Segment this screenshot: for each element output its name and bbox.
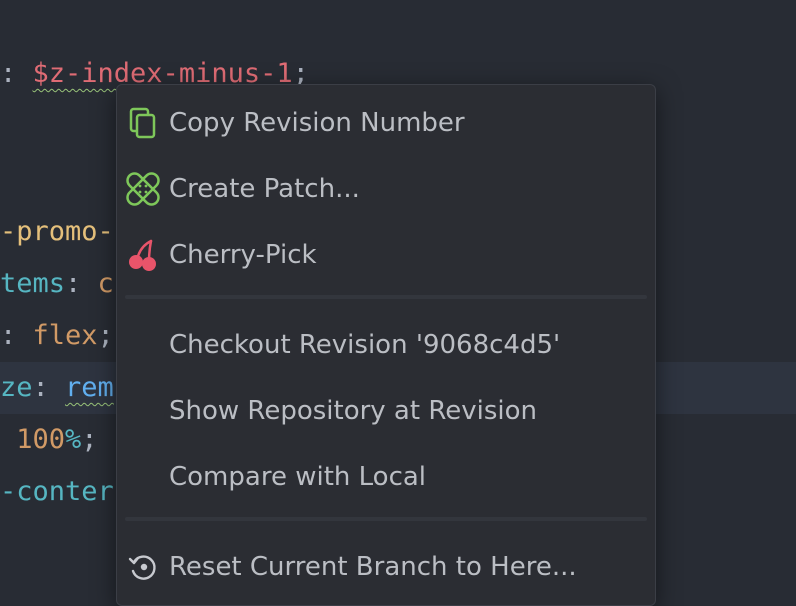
menu-item-label: Copy Revision Number	[169, 108, 465, 138]
menu-separator	[125, 517, 647, 521]
menu-item-reset-branch[interactable]: Reset Current Branch to Here...	[117, 539, 655, 595]
reset-icon	[125, 549, 161, 585]
code-token: c	[97, 268, 114, 299]
patch-icon	[125, 171, 161, 207]
menu-item-cherry-pick[interactable]: Cherry-Pick	[117, 227, 655, 283]
code-token: %	[65, 424, 82, 455]
menu-item-label: Cherry-Pick	[169, 240, 317, 270]
code-token: -promo-	[0, 216, 114, 247]
menu-item-label: Create Patch...	[169, 174, 360, 204]
code-token: tems	[0, 268, 66, 299]
code-line: -promo-	[0, 206, 114, 258]
code-token: ;	[81, 424, 98, 455]
code-token: -conter	[0, 476, 114, 507]
menu-item-copy-revision-number[interactable]: Copy Revision Number	[117, 95, 655, 151]
context-menu: Copy Revision Number Create Patch... Che…	[116, 84, 656, 606]
menu-item-create-patch[interactable]: Create Patch...	[117, 161, 655, 217]
code-token: :	[65, 268, 98, 299]
menu-item-label: Reset Current Branch to Here...	[169, 552, 577, 582]
code-token: :	[32, 372, 66, 403]
code-line: ze: rem	[0, 362, 114, 414]
menu-item-label: Compare with Local	[169, 462, 427, 492]
code-line: -conter	[0, 466, 114, 518]
cherry-icon	[125, 237, 161, 273]
menu-item-checkout-revision[interactable]: Checkout Revision '9068c4d5'	[117, 317, 655, 373]
code-token: :	[0, 320, 33, 351]
menu-item-compare-with-local[interactable]: Compare with Local	[117, 449, 655, 505]
code-token: 100	[0, 424, 66, 455]
code-token: rem	[65, 372, 114, 403]
menu-item-label: Show Repository at Revision	[169, 396, 537, 426]
code-token: flex	[32, 320, 98, 351]
code-token: ;	[97, 320, 114, 351]
code-token: ze	[0, 372, 33, 403]
code-line: 100%;	[0, 414, 98, 466]
menu-item-show-repository[interactable]: Show Repository at Revision	[117, 383, 655, 439]
menu-separator	[125, 295, 647, 299]
code-line: : flex;	[0, 310, 114, 362]
copy-icon	[125, 105, 161, 141]
code-token: :	[0, 58, 33, 89]
menu-item-label: Checkout Revision '9068c4d5'	[169, 330, 561, 360]
code-line: tems: c	[0, 258, 114, 310]
